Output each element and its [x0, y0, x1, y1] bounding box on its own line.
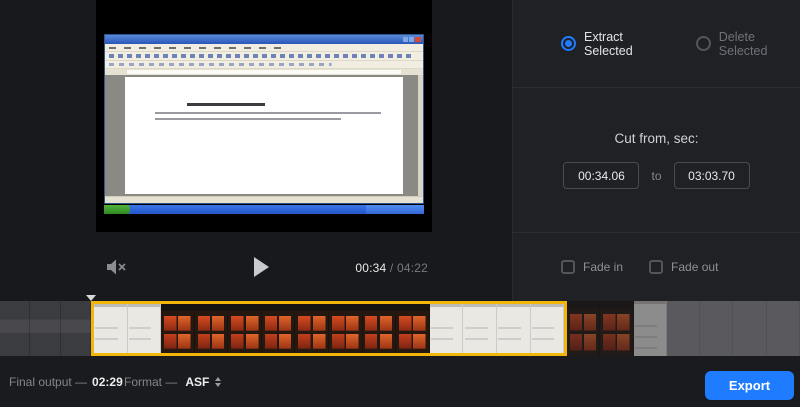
timeline-thumb-plain — [667, 301, 700, 356]
footer-bar: Final output — 02:29 Format — ASF Export — [0, 356, 800, 407]
page-heading-text — [187, 103, 265, 106]
format-stepper-icon[interactable] — [215, 377, 221, 387]
timeline-thumb-doc — [94, 304, 128, 353]
timeline-thumb-plain — [700, 301, 733, 356]
timeline-strip[interactable] — [0, 301, 800, 356]
timeline-thumb-faint — [30, 301, 60, 356]
timeline-thumb-faint — [61, 301, 91, 356]
timeline-thumb-doc — [531, 304, 565, 353]
player-stage: 00:34 / 04:22 — [0, 0, 512, 301]
timeline-thumb-faint — [0, 301, 30, 356]
radio-extract-selected[interactable]: Extract Selected — [561, 30, 668, 58]
timeline-before-selection[interactable] — [0, 301, 91, 356]
timeline-thumb-plain — [767, 301, 800, 356]
timeline-thumb-doc — [463, 304, 497, 353]
fade-in-label: Fade in — [583, 260, 623, 274]
export-button[interactable]: Export — [705, 371, 794, 400]
timeline-thumb-game — [600, 301, 633, 356]
timeline-thumb-doc — [634, 301, 667, 356]
radio-delete-label: Delete Selected — [719, 30, 800, 58]
page-paragraph-line — [155, 112, 381, 114]
cut-from-label: Cut from, sec: — [614, 131, 698, 146]
radio-extract-label: Extract Selected — [584, 30, 668, 58]
timeline-thumb-game — [295, 304, 329, 353]
cut-section: Cut from, sec: 00:34.06 to 03:03.70 — [513, 88, 800, 233]
cut-from-input[interactable]: 00:34.06 — [563, 162, 639, 189]
final-output-value: 02:29 — [92, 375, 123, 389]
final-output-readout: Final output — 02:29 — [9, 375, 123, 389]
word-document-area — [105, 75, 423, 196]
timeline-thumb-game — [262, 304, 296, 353]
timeline-thumb-game — [161, 304, 195, 353]
radio-on-icon — [561, 36, 576, 51]
cut-to-input[interactable]: 03:03.70 — [674, 162, 750, 189]
system-tray — [366, 205, 424, 214]
checkbox-icon — [649, 260, 663, 274]
word-menubar — [105, 44, 423, 52]
windows-taskbar — [104, 205, 424, 214]
video-frame-word-window — [104, 34, 424, 204]
play-icon — [254, 257, 269, 277]
fade-out-label: Fade out — [671, 260, 718, 274]
start-button-icon — [104, 205, 130, 214]
timeline-thumb-doc — [128, 304, 162, 353]
playhead-marker-icon[interactable] — [86, 295, 96, 301]
mute-button[interactable] — [106, 258, 128, 276]
timeline-thumb-doc — [430, 304, 464, 353]
word-scrollbar — [418, 75, 423, 196]
cut-range-row: 00:34.06 to 03:03.70 — [563, 162, 749, 189]
word-page — [125, 77, 403, 194]
checkbox-icon — [561, 260, 575, 274]
timeline-thumb-game — [363, 304, 397, 353]
player-controls: 00:34 / 04:22 — [96, 232, 432, 301]
format-label: Format — — [124, 375, 177, 389]
timeline-selected-range[interactable] — [91, 301, 567, 356]
word-toolbar — [105, 52, 423, 61]
timeline-thumb-game — [396, 304, 430, 353]
timeline-thumb-game — [567, 301, 600, 356]
video-preview[interactable] — [96, 0, 432, 232]
format-value: ASF — [185, 375, 209, 389]
muted-speaker-icon — [106, 258, 128, 276]
timeline-after-selection[interactable] — [567, 301, 800, 356]
fade-section: Fade in Fade out — [513, 233, 800, 300]
time-display: 00:34 / 04:22 — [355, 261, 428, 275]
current-time: 00:34 — [355, 261, 386, 275]
timeline-thumb-doc — [497, 304, 531, 353]
play-button[interactable] — [254, 257, 274, 277]
page-paragraph-line — [155, 118, 341, 120]
mode-section: Extract Selected Delete Selected — [513, 0, 800, 88]
time-separator: / — [386, 261, 397, 275]
timeline-thumb-game — [228, 304, 262, 353]
format-selector[interactable]: Format — ASF — [124, 375, 221, 389]
final-output-label: Final output — — [9, 375, 87, 389]
word-statusbar — [105, 196, 423, 203]
fade-in-checkbox-item[interactable]: Fade in — [561, 260, 623, 274]
radio-off-icon — [696, 36, 711, 51]
timeline-thumb-game — [195, 304, 229, 353]
to-label: to — [651, 169, 661, 183]
window-control-icons — [403, 37, 421, 42]
timeline-thumb-plain — [733, 301, 766, 356]
settings-panel: Extract Selected Delete Selected Cut fro… — [512, 0, 800, 301]
radio-delete-selected[interactable]: Delete Selected — [696, 30, 800, 58]
total-time: 04:22 — [397, 261, 428, 275]
timeline-thumb-game — [329, 304, 363, 353]
fade-out-checkbox-item[interactable]: Fade out — [649, 260, 718, 274]
word-toolbar-2 — [105, 61, 423, 69]
word-titlebar — [105, 35, 423, 44]
